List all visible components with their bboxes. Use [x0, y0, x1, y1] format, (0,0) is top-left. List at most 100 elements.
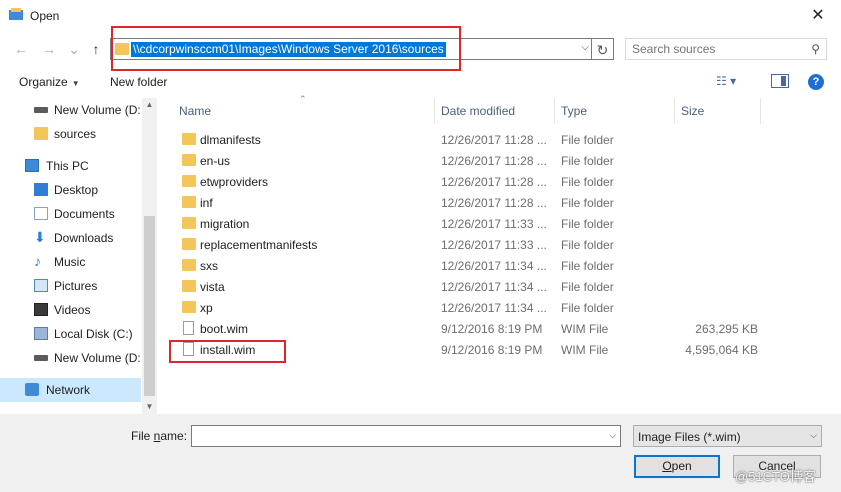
documents-icon [34, 207, 48, 220]
sidebar-item-local-disk-c[interactable]: Local Disk (C:) [0, 322, 141, 346]
file-name: inf [200, 196, 213, 210]
column-divider[interactable] [674, 98, 675, 124]
file-name: boot.wim [200, 322, 249, 336]
table-row[interactable]: replacementmanifests 12/26/2017 11:33 ..… [170, 234, 770, 255]
file-date: 12/26/2017 11:33 ... [441, 238, 547, 252]
file-type-select[interactable]: Image Files (*.wim) ⌵ [633, 425, 822, 447]
file-date: 12/26/2017 11:28 ... [441, 133, 547, 147]
sidebar-item-new-volume-d[interactable]: New Volume (D: [0, 98, 141, 122]
open-button[interactable]: Open [634, 455, 720, 478]
table-row[interactable]: sxs 12/26/2017 11:34 ... File folder [170, 255, 770, 276]
new-folder-button[interactable]: New folder [110, 75, 167, 89]
forward-button[interactable]: → [39, 39, 59, 59]
drive-icon [34, 355, 48, 361]
folder-icon [115, 43, 129, 55]
file-name-field[interactable]: ⌵ [191, 425, 621, 447]
folder-icon [182, 175, 196, 187]
sidebar-item-new-volume-d-2[interactable]: New Volume (D: [0, 346, 141, 370]
file-name: sxs [200, 259, 218, 273]
column-divider[interactable] [434, 98, 435, 124]
sort-ascending-icon: ⌃ [299, 94, 307, 104]
sidebar-item-desktop[interactable]: Desktop [0, 178, 141, 202]
table-row[interactable]: etwproviders 12/26/2017 11:28 ... File f… [170, 171, 770, 192]
sidebar-item-label: Downloads [54, 231, 114, 245]
file-type-value: Image Files (*.wim) [638, 430, 741, 444]
preview-pane-icon[interactable] [771, 74, 789, 88]
title-bar: Open ✕ [0, 0, 841, 32]
column-divider[interactable] [554, 98, 555, 124]
back-button[interactable]: ← [11, 39, 31, 59]
file-type: WIM File [561, 322, 609, 336]
search-box[interactable]: ⚲ [625, 38, 827, 60]
sidebar-item-label: Music [54, 255, 86, 269]
table-row[interactable]: vista 12/26/2017 11:34 ... File folder [170, 276, 770, 297]
file-date: 9/12/2016 8:19 PM [441, 322, 543, 336]
scroll-down-icon[interactable]: ▼ [142, 400, 157, 414]
chevron-down-icon[interactable]: ⌵ [581, 42, 589, 53]
sidebar-item-label: Documents [54, 207, 115, 221]
sidebar-item-network[interactable]: Network [0, 378, 141, 402]
organize-button[interactable]: Organize ▼ [19, 75, 80, 89]
chevron-down-icon[interactable]: ⌵ [609, 430, 616, 441]
navigation-pane: New Volume (D: sources This PC Desktop D… [0, 98, 157, 414]
column-header-size[interactable]: Size [681, 104, 704, 118]
navigation-scrollbar[interactable]: ▲ ▼ [142, 98, 157, 414]
help-icon[interactable]: ? [808, 74, 824, 90]
search-input[interactable] [626, 39, 801, 59]
file-list: ⌃ Name Date modified Type Size dlmanifes… [160, 94, 841, 414]
table-row[interactable]: en-us 12/26/2017 11:28 ... File folder [170, 150, 770, 171]
table-row[interactable]: xp 12/26/2017 11:34 ... File folder [170, 297, 770, 318]
column-header-name[interactable]: Name [179, 104, 211, 118]
folder-icon [182, 217, 196, 229]
table-row[interactable]: migration 12/26/2017 11:33 ... File fold… [170, 213, 770, 234]
folder-icon [182, 196, 196, 208]
open-dialog-icon [9, 8, 23, 20]
file-name: dlmanifests [200, 133, 261, 147]
scrollbar-thumb[interactable] [144, 216, 155, 396]
sidebar-item-sources[interactable]: sources [0, 122, 141, 146]
file-name-label-suffix: ame: [160, 429, 188, 443]
sidebar-item-documents[interactable]: Documents [0, 202, 141, 226]
sidebar-item-pictures[interactable]: Pictures [0, 274, 141, 298]
search-icon[interactable]: ⚲ [811, 42, 820, 56]
network-icon [25, 383, 39, 396]
dialog-footer: File name: ⌵ Image Files (*.wim) ⌵ Open … [0, 414, 841, 492]
table-row[interactable]: dlmanifests 12/26/2017 11:28 ... File fo… [170, 129, 770, 150]
table-row[interactable]: install.wim 9/12/2016 8:19 PM WIM File 4… [170, 339, 770, 360]
table-row[interactable]: inf 12/26/2017 11:28 ... File folder [170, 192, 770, 213]
file-type: File folder [561, 280, 614, 294]
chevron-down-icon[interactable]: ⌵ [810, 430, 817, 441]
videos-icon [34, 303, 48, 316]
sidebar-item-label: New Volume (D: [54, 103, 141, 117]
window-title: Open [30, 9, 60, 23]
file-type: File folder [561, 301, 614, 315]
table-row[interactable]: boot.wim 9/12/2016 8:19 PM WIM File 263,… [170, 318, 770, 339]
downloads-icon: ⬇ [34, 229, 46, 245]
change-view-icon[interactable]: ☷ ▾ [716, 74, 752, 88]
column-header-type[interactable]: Type [561, 104, 587, 118]
scroll-up-icon[interactable]: ▲ [142, 98, 157, 112]
sidebar-item-downloads[interactable]: ⬇ Downloads [0, 226, 141, 250]
up-button[interactable]: ↑ [86, 39, 106, 59]
sidebar-item-videos[interactable]: Videos [0, 298, 141, 322]
file-name: migration [200, 217, 250, 231]
close-button[interactable]: ✕ [795, 0, 841, 32]
file-name: vista [200, 280, 225, 294]
address-bar[interactable]: \\cdcorpwinsccm01\Images\Windows Server … [110, 38, 592, 60]
sidebar-item-music[interactable]: ♪ Music [0, 250, 141, 274]
folder-icon [182, 133, 196, 145]
file-name: etwproviders [200, 175, 269, 189]
file-type: File folder [561, 175, 614, 189]
file-name: en-us [200, 154, 231, 168]
refresh-button[interactable]: ↻ [592, 38, 614, 60]
sidebar-item-this-pc[interactable]: This PC [0, 154, 141, 178]
drive-icon [34, 107, 48, 113]
column-header-date[interactable]: Date modified [441, 104, 515, 118]
recent-locations-button[interactable]: ⌄ [64, 39, 84, 59]
file-size: 263,295 KB [695, 322, 758, 336]
file-name: replacementmanifests [200, 238, 318, 252]
column-divider[interactable] [760, 98, 761, 124]
address-path[interactable]: \\cdcorpwinsccm01\Images\Windows Server … [131, 42, 446, 57]
file-type: File folder [561, 196, 614, 210]
local-disk-icon [34, 327, 48, 340]
